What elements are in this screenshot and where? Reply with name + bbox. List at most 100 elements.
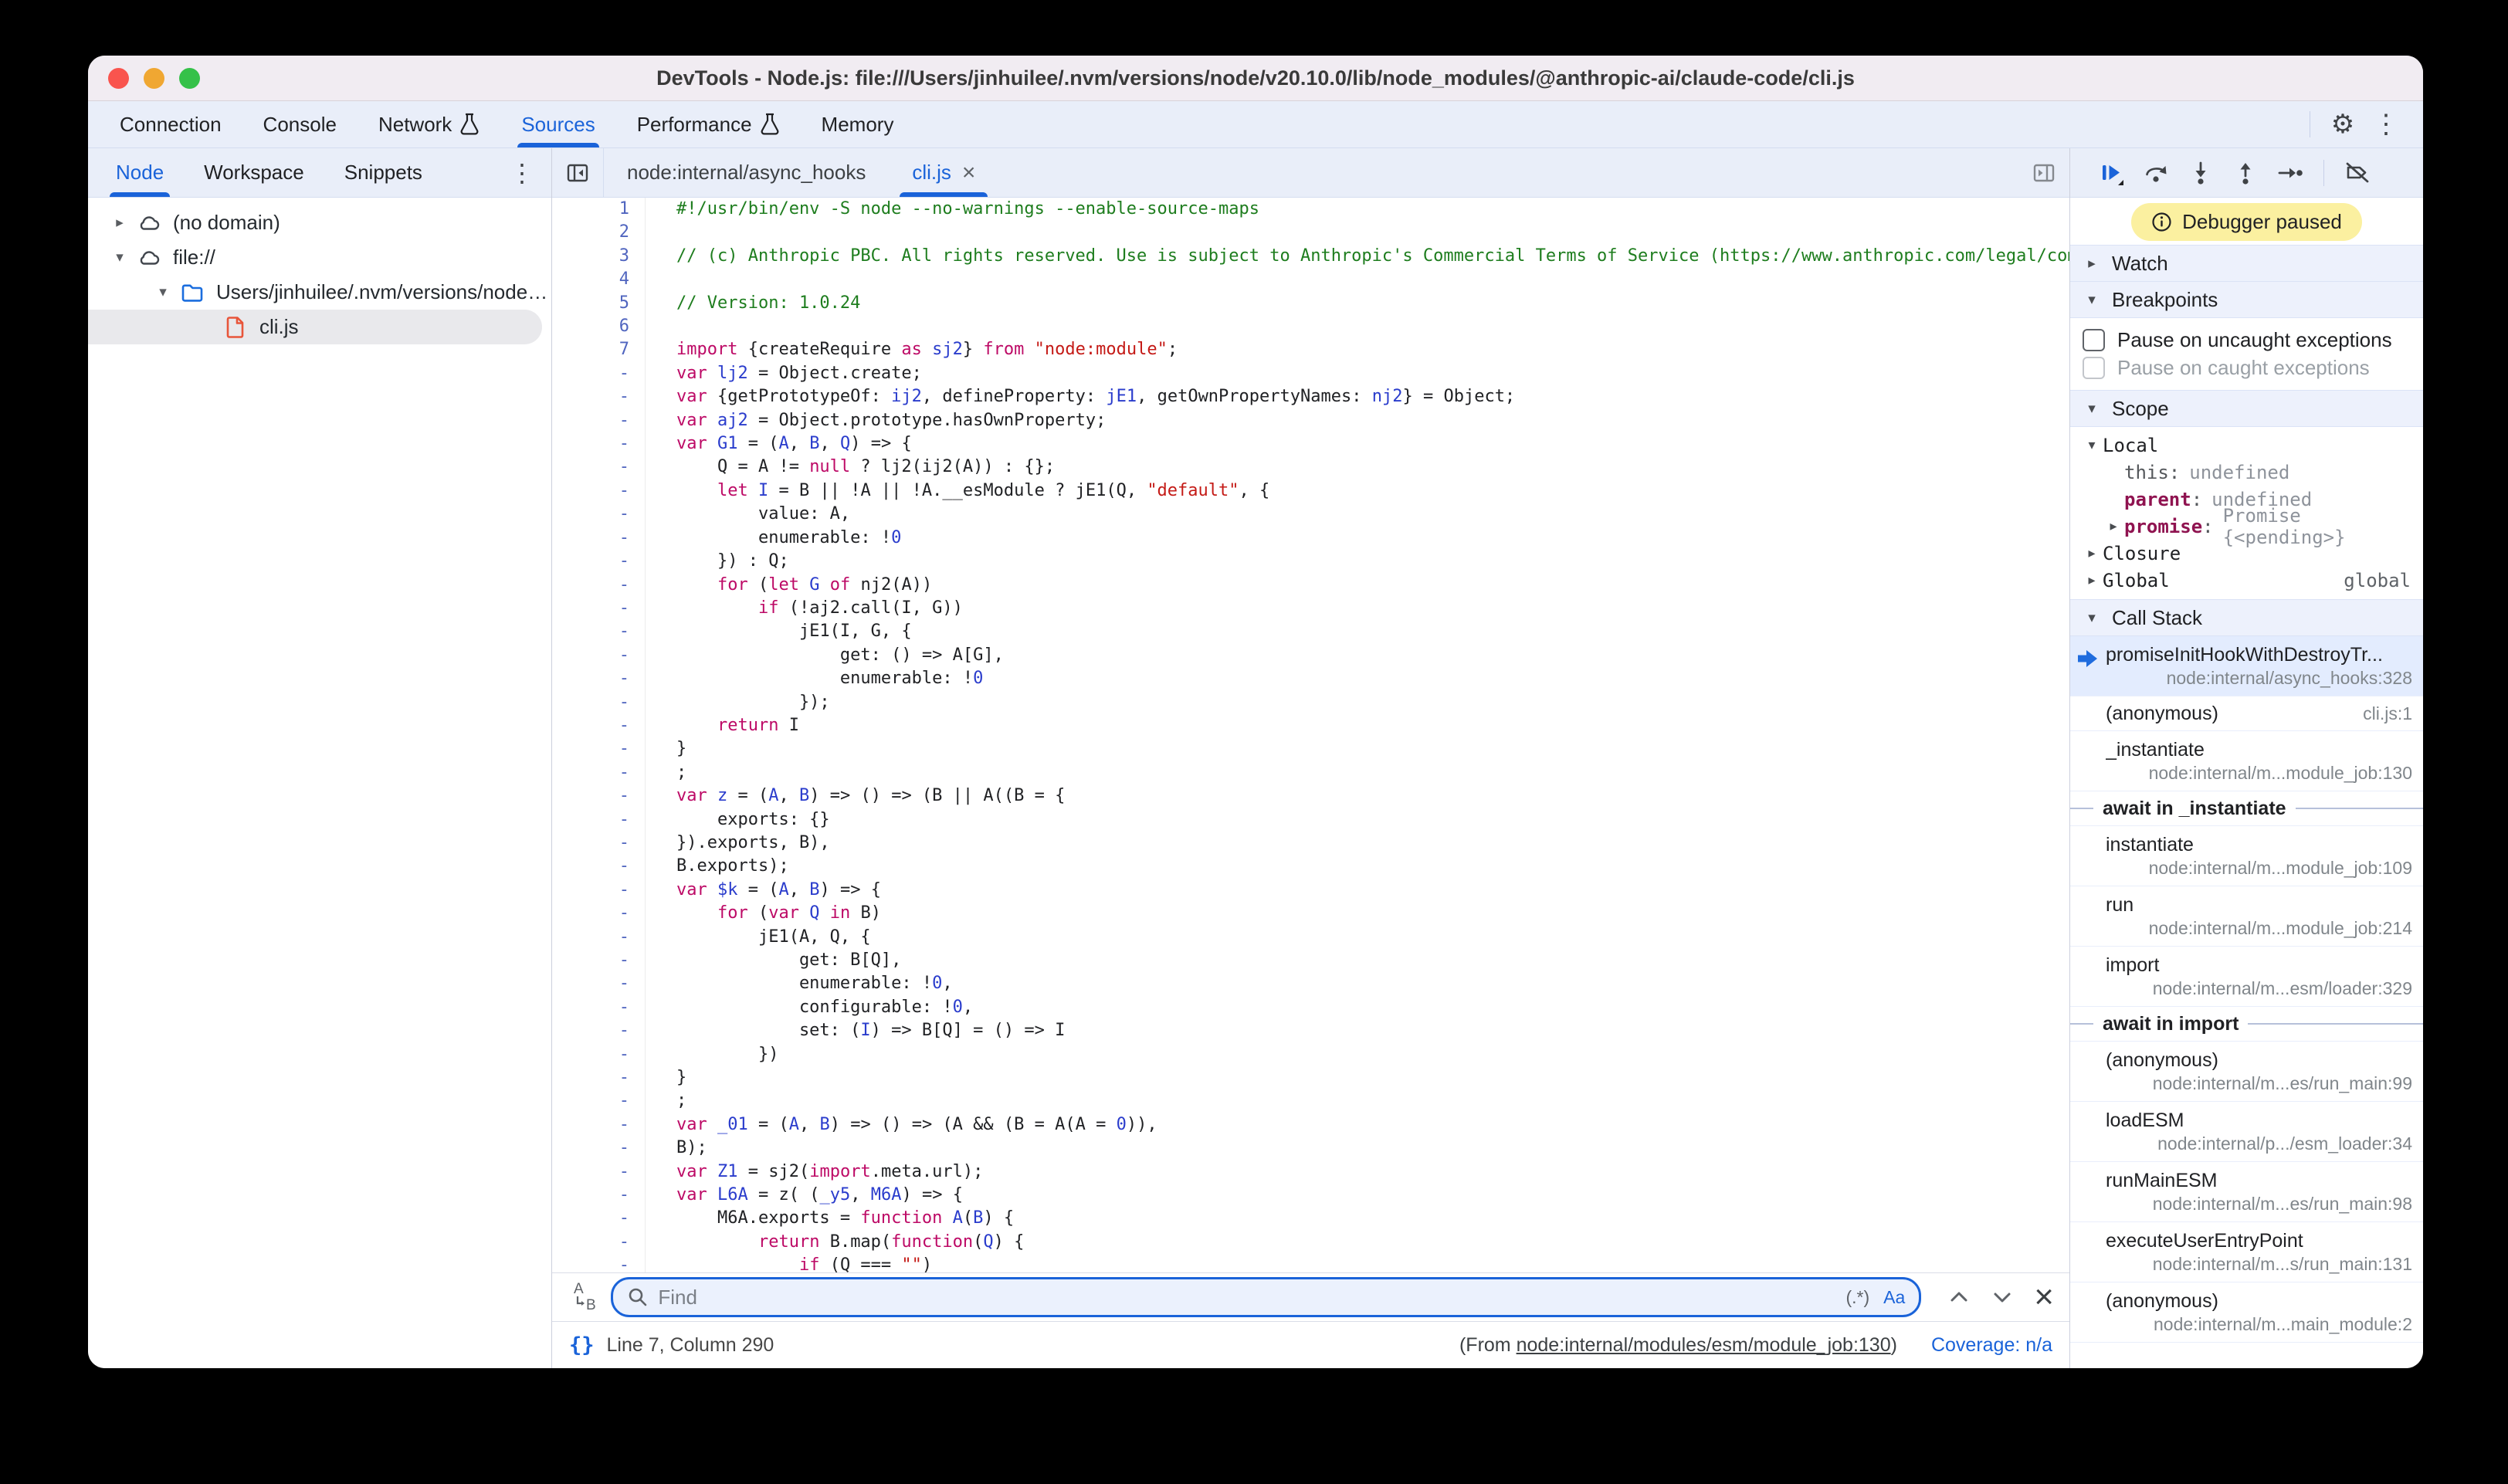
line-number[interactable]: -: [552, 1113, 629, 1137]
file-tab-node-internal-async-hooks[interactable]: node:internal/async_hooks: [604, 148, 889, 197]
line-number[interactable]: -: [552, 1043, 629, 1066]
file-tab-cli-js[interactable]: cli.js×: [889, 148, 998, 197]
find-next-icon[interactable]: [1984, 1279, 2020, 1315]
source-code[interactable]: #!/usr/bin/env -S node --no-warnings --e…: [646, 198, 2069, 1272]
regex-toggle-icon[interactable]: (.*): [1845, 1287, 1869, 1308]
line-number[interactable]: -: [552, 1160, 629, 1184]
close-tab-icon[interactable]: ×: [962, 160, 976, 186]
pretty-print-icon[interactable]: {}: [569, 1333, 595, 1357]
line-number[interactable]: -: [552, 784, 629, 808]
minimize-window-button[interactable]: [144, 68, 164, 89]
checkbox[interactable]: [2083, 329, 2105, 351]
line-number[interactable]: -: [552, 385, 629, 408]
tab-sources[interactable]: Sources: [500, 101, 615, 147]
section-scope[interactable]: ▾ Scope: [2070, 390, 2423, 427]
line-number[interactable]: -: [552, 1231, 629, 1254]
line-number[interactable]: -: [552, 409, 629, 432]
line-number[interactable]: -: [552, 1019, 629, 1042]
call-stack-frame[interactable]: (anonymous)cli.js:1: [2070, 696, 2423, 731]
call-stack-frame[interactable]: runnode:internal/m...module_job:214: [2070, 886, 2423, 947]
step-over-button[interactable]: [2133, 153, 2178, 193]
toggle-navigator-icon[interactable]: [552, 148, 604, 197]
tab-network[interactable]: Network: [358, 101, 500, 147]
navigator-tab-snippets[interactable]: Snippets: [324, 148, 442, 197]
section-watch[interactable]: ▸ Watch: [2070, 245, 2423, 282]
zoom-window-button[interactable]: [179, 68, 200, 89]
line-number[interactable]: -: [552, 879, 629, 902]
kebab-menu-icon[interactable]: ⋮: [2364, 104, 2408, 144]
line-number[interactable]: -: [552, 503, 629, 526]
scope-row[interactable]: this:undefined: [2070, 459, 2423, 486]
line-number[interactable]: -: [552, 1184, 629, 1207]
tab-console[interactable]: Console: [242, 101, 358, 147]
code-editor[interactable]: 1234567---------------------------------…: [552, 198, 2069, 1272]
match-case-toggle-icon[interactable]: Aa: [1883, 1287, 1905, 1308]
tab-memory[interactable]: Memory: [801, 101, 915, 147]
line-number[interactable]: -: [552, 855, 629, 878]
find-input[interactable]: Find (.*) Aa: [611, 1277, 1921, 1317]
line-number[interactable]: 7: [552, 338, 629, 361]
tree-item-file-[interactable]: ▾file://: [88, 240, 551, 275]
line-number[interactable]: -: [552, 527, 629, 550]
navigator-kebab-menu-icon[interactable]: ⋮: [493, 148, 551, 197]
line-number[interactable]: 4: [552, 268, 629, 291]
line-number[interactable]: -: [552, 691, 629, 714]
line-number[interactable]: -: [552, 667, 629, 690]
deactivate-breakpoints-button[interactable]: [2335, 153, 2380, 193]
line-number[interactable]: -: [552, 550, 629, 573]
source-map-link[interactable]: node:internal/modules/esm/module_job:130: [1517, 1334, 1891, 1356]
chevron-down-icon[interactable]: ▾: [108, 249, 131, 266]
navigator-tab-node[interactable]: Node: [96, 148, 184, 197]
call-stack-frame[interactable]: (anonymous)node:internal/m...es/run_main…: [2070, 1042, 2423, 1102]
line-number[interactable]: -: [552, 456, 629, 479]
line-number[interactable]: -: [552, 362, 629, 385]
resume-script-button[interactable]: [2089, 153, 2133, 193]
line-number[interactable]: -: [552, 972, 629, 995]
chevron-right-icon[interactable]: ▸: [2081, 545, 2103, 561]
step-into-button[interactable]: [2178, 153, 2223, 193]
chevron-right-icon[interactable]: ▸: [108, 214, 131, 232]
scope-row[interactable]: ▾Local: [2070, 432, 2423, 459]
coverage-link[interactable]: Coverage: n/a: [1931, 1334, 2052, 1357]
call-stack-frame[interactable]: (anonymous)node:internal/m...main_module…: [2070, 1282, 2423, 1343]
chevron-down-icon[interactable]: ▾: [2081, 437, 2103, 453]
settings-gear-icon[interactable]: ⚙: [2321, 104, 2364, 144]
chevron-right-icon[interactable]: ▸: [2081, 572, 2103, 588]
line-number[interactable]: 3: [552, 245, 629, 268]
tree-item--no-domain-[interactable]: ▸(no domain): [88, 205, 551, 240]
close-window-button[interactable]: [108, 68, 129, 89]
scope-row[interactable]: ▸Globalglobal: [2070, 567, 2423, 594]
line-number[interactable]: -: [552, 1254, 629, 1272]
tree-item-users-jinhuilee-nvm-versions-node-v2-[interactable]: ▾Users/jinhuilee/.nvm/versions/node/v2..…: [88, 275, 551, 310]
replace-toggle-icon[interactable]: AB: [568, 1278, 602, 1316]
line-number[interactable]: 5: [552, 292, 629, 315]
line-number[interactable]: -: [552, 432, 629, 456]
line-number[interactable]: -: [552, 1089, 629, 1113]
line-number[interactable]: 1: [552, 198, 629, 221]
call-stack-frame[interactable]: executeUserEntryPointnode:internal/m...s…: [2070, 1222, 2423, 1282]
line-number[interactable]: -: [552, 808, 629, 832]
tree-item-cli-js[interactable]: cli.js: [88, 310, 542, 344]
line-number[interactable]: -: [552, 714, 629, 737]
tab-connection[interactable]: Connection: [99, 101, 242, 147]
line-number[interactable]: 2: [552, 221, 629, 244]
call-stack-frame[interactable]: importnode:internal/m...esm/loader:329: [2070, 947, 2423, 1007]
line-number[interactable]: -: [552, 1066, 629, 1089]
chevron-down-icon[interactable]: ▾: [151, 283, 175, 301]
step-button[interactable]: [2268, 153, 2313, 193]
call-stack-frame[interactable]: runMainESMnode:internal/m...es/run_main:…: [2070, 1162, 2423, 1222]
call-stack-frame[interactable]: _instantiatenode:internal/m...module_job…: [2070, 731, 2423, 791]
section-call-stack[interactable]: ▾ Call Stack: [2070, 599, 2423, 636]
line-number[interactable]: -: [552, 996, 629, 1019]
line-number[interactable]: -: [552, 761, 629, 784]
navigator-tab-workspace[interactable]: Workspace: [184, 148, 324, 197]
line-number-gutter[interactable]: 1234567---------------------------------…: [552, 198, 646, 1272]
step-out-button[interactable]: [2223, 153, 2268, 193]
line-number[interactable]: -: [552, 737, 629, 761]
line-number[interactable]: -: [552, 926, 629, 949]
call-stack-frame[interactable]: loadESMnode:internal/p.../esm_loader:34: [2070, 1102, 2423, 1162]
line-number[interactable]: -: [552, 620, 629, 643]
line-number[interactable]: -: [552, 574, 629, 597]
line-number[interactable]: 6: [552, 315, 629, 338]
line-number[interactable]: -: [552, 1137, 629, 1160]
